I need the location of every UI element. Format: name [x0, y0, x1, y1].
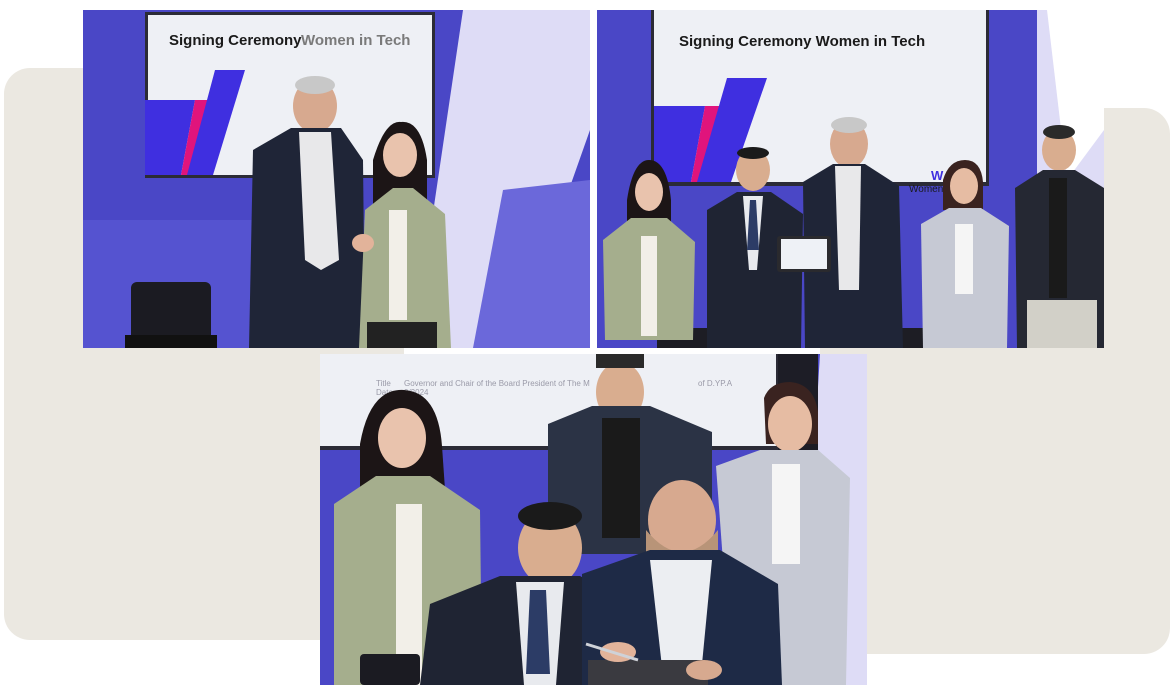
- screen-line1-text: Governor and Chair of the Board Presiden…: [404, 379, 590, 388]
- photo-3-scene: Title Governor and Chair of the Board Pr…: [320, 354, 867, 685]
- screen-title-part2: Women in Tech: [301, 32, 410, 49]
- photo-1-scene: Signing Ceremony Women in Tech n: [83, 10, 590, 348]
- photo-signing-handshake: Signing Ceremony Women in Tech n: [83, 10, 590, 348]
- photo-signing-at-table: Title Governor and Chair of the Board Pr…: [320, 354, 867, 685]
- screen-line1-label: Title: [376, 379, 391, 388]
- photo-group-with-tablet: Signing Ceremony Women in Tech W Women i…: [597, 10, 1104, 348]
- screen-title-part1: Signing Ceremony: [169, 32, 302, 49]
- logo-letter: W: [931, 168, 944, 183]
- photo-2-scene: Signing Ceremony Women in Tech W Women i…: [597, 10, 1104, 348]
- screen-title: Signing Ceremony Women in Tech: [679, 33, 925, 50]
- screen-line1-end: of D.YP.A: [698, 379, 733, 388]
